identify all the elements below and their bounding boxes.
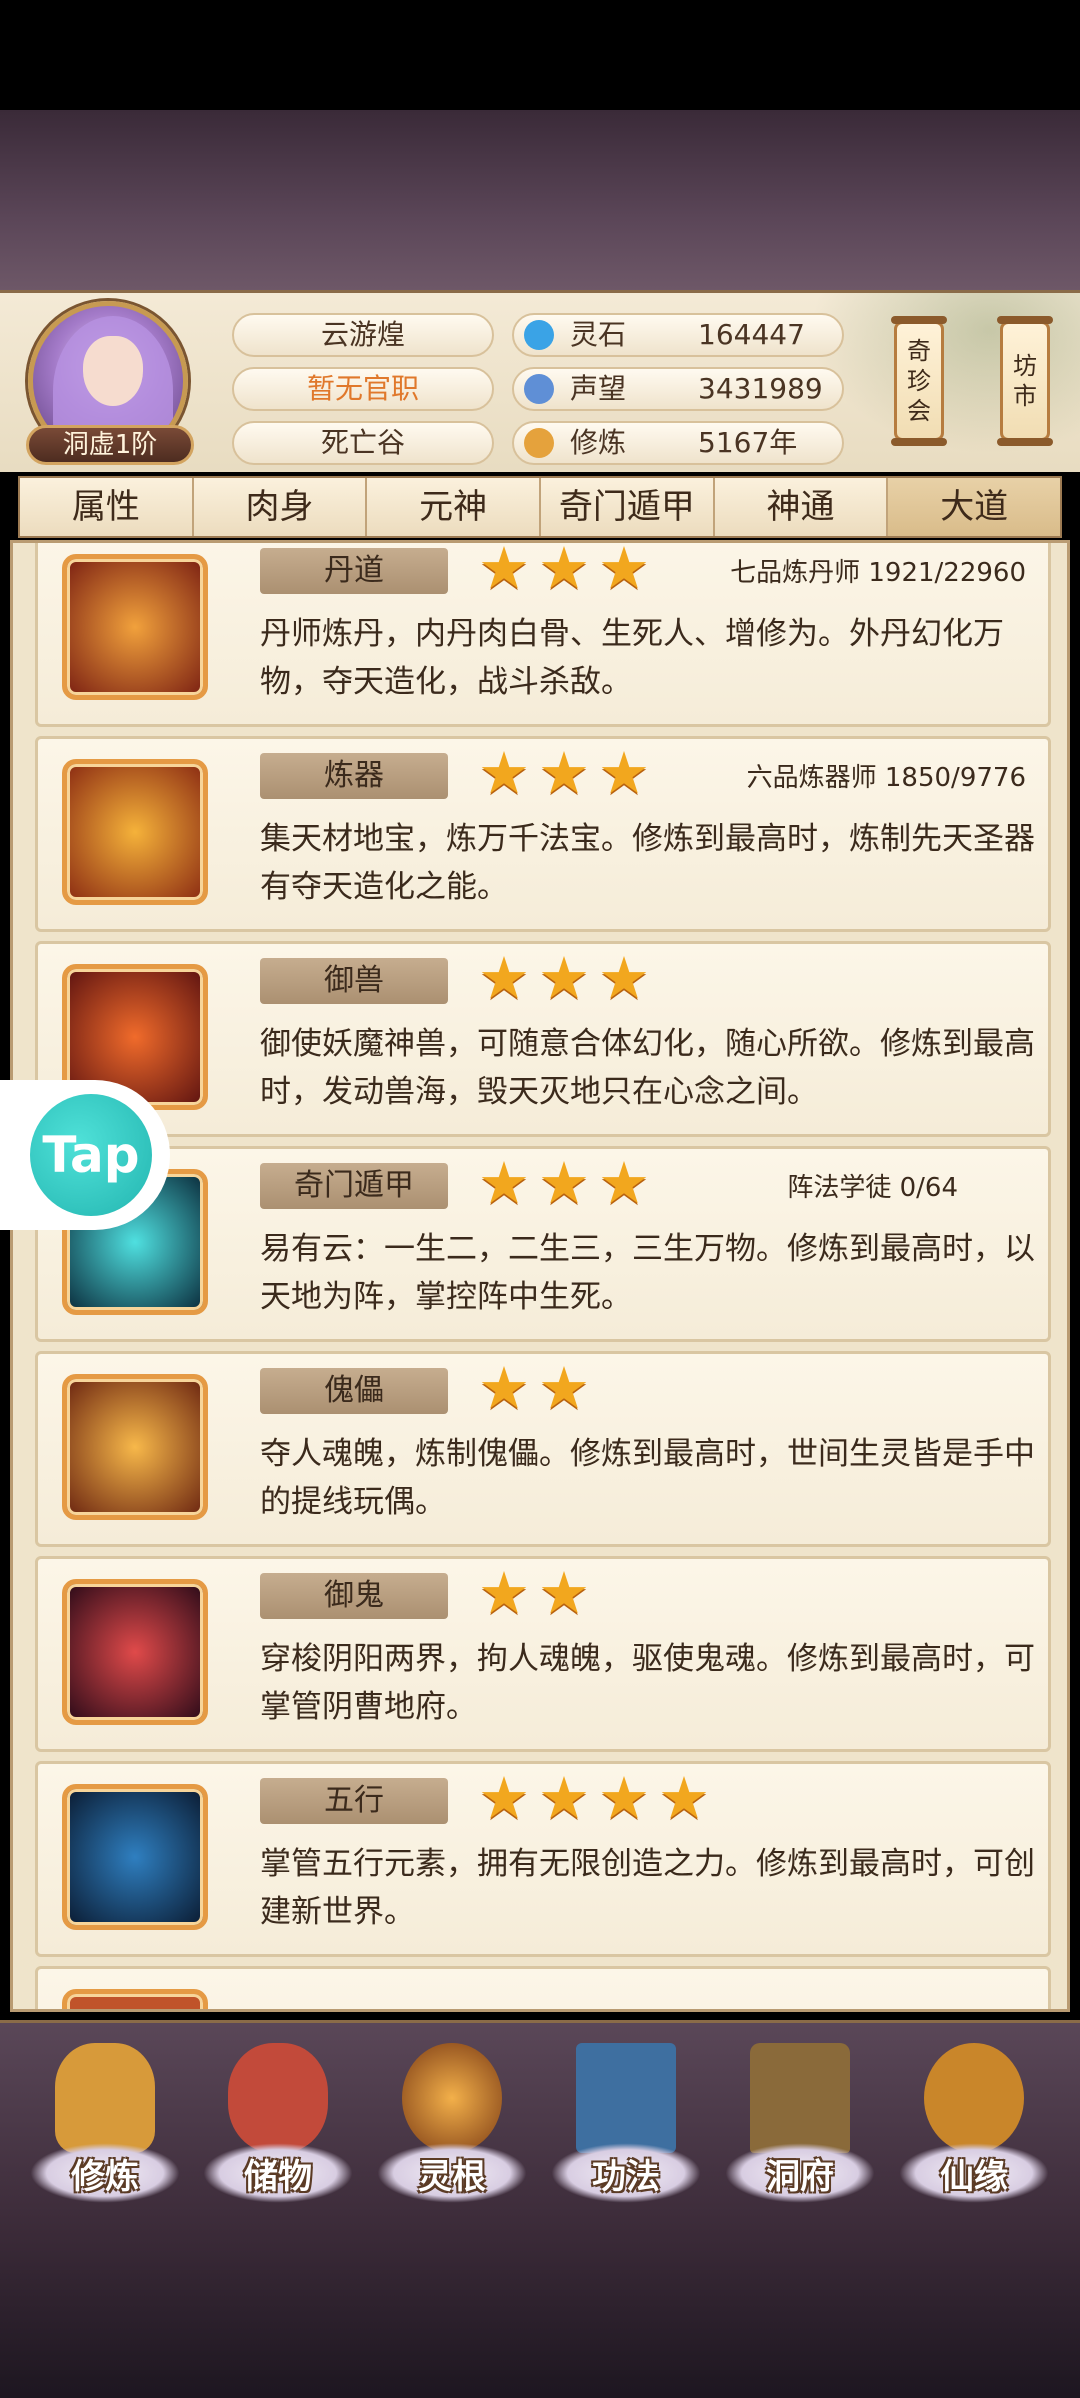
- dao-description: 掌管五行元素，拥有无限创造之力。修炼到最高时，可创建新世界。: [260, 1846, 1035, 1930]
- dao-description: 集天材地宝，炼万千法宝。修炼到最高时，炼制先天圣器有夺天造化之能。: [260, 821, 1035, 905]
- dao-title: 傀儡: [260, 1368, 448, 1414]
- spirit-root-icon: [402, 2043, 502, 2153]
- spirit-stone-icon: [524, 320, 554, 350]
- nav-spirit-root[interactable]: 灵根: [377, 2043, 527, 2213]
- star-icon: ★: [538, 1559, 590, 1627]
- nav-cultivate[interactable]: 修炼: [30, 2043, 180, 2213]
- technique-book-icon: [576, 2043, 676, 2153]
- dao-title: 御兽: [260, 958, 448, 1004]
- dao-rank: 七品炼丹师 1921/22960: [730, 558, 1026, 588]
- cultivate-icon: [55, 2043, 155, 2153]
- dao-description: 穿梭阴阳两界，拘人魂魄，驱使鬼魂。修炼到最高时，可掌管阴曹地府。: [260, 1641, 1035, 1725]
- alchemy-furnace-icon: [62, 554, 208, 700]
- taptap-floating-button[interactable]: Tap: [0, 1080, 170, 1230]
- tab-body[interactable]: 肉身: [193, 478, 368, 536]
- star-icon: ★: [478, 739, 530, 807]
- tab-attributes[interactable]: 属性: [20, 478, 194, 536]
- nav-immortal-fate[interactable]: 仙缘: [899, 2043, 1049, 2213]
- cave-abode-icon: [750, 2043, 850, 2153]
- nav-technique[interactable]: 功法: [551, 2043, 701, 2213]
- player-header: 洞虚1阶 云游煌 暂无官职 死亡谷 灵石 164447 声望 3431989 修…: [0, 290, 1080, 475]
- star-icon: ★: [478, 944, 530, 1012]
- star-icon: ★: [538, 944, 590, 1012]
- star-rating: ★ ★ ★ ★: [478, 1764, 718, 1832]
- nav-cave-abode[interactable]: 洞府: [725, 2043, 875, 2213]
- star-icon: ★: [478, 1354, 530, 1422]
- dao-card-puppetry[interactable]: 傀儡 ★ ★ 夺人魂魄，炼制傀儡。修炼到最高时，世间生灵皆是手中的提线玩偶。: [35, 1351, 1051, 1547]
- dao-description: 夺人魂魄，炼制傀儡。修炼到最高时，世间生灵皆是手中的提线玩偶。: [260, 1436, 1035, 1520]
- star-icon: ★: [478, 1559, 530, 1627]
- dao-card-qimen[interactable]: 奇门遁甲 ★ ★ ★ 阵法学徒 0/64 易有云：一生二，二生三，三生万物。修炼…: [35, 1146, 1051, 1342]
- scene-background-bottom: [0, 2220, 1080, 2398]
- location: 死亡谷: [232, 421, 494, 465]
- star-icon: ★: [538, 540, 590, 602]
- dao-card-ghost-control[interactable]: 御鬼 ★ ★ 穿梭阴阳两界，拘人魂魄，驱使鬼魂。修炼到最高时，可掌管阴曹地府。: [35, 1556, 1051, 1752]
- dao-title: 奇门遁甲: [260, 1163, 448, 1209]
- star-icon: ★: [598, 540, 650, 602]
- star-icon: ★: [598, 739, 650, 807]
- nav-storage[interactable]: 储物: [203, 2043, 353, 2213]
- market-button[interactable]: 坊市: [997, 316, 1053, 446]
- status-bar: [0, 0, 1080, 110]
- star-rating: ★ ★ ★: [478, 944, 658, 1012]
- scene-background-top: [0, 110, 1080, 292]
- star-icon: ★: [538, 1354, 590, 1422]
- star-icon: ★: [478, 540, 530, 602]
- dao-card-forging[interactable]: 炼器 ★ ★ ★ 六品炼器师 1850/9776 集天材地宝，炼万千法宝。修炼到…: [35, 736, 1051, 932]
- ghost-demon-icon: [62, 1579, 208, 1725]
- realm-badge: 洞虚1阶: [26, 425, 194, 465]
- resource-prestige: 声望 3431989: [512, 367, 844, 411]
- star-icon: ★: [478, 1764, 530, 1832]
- prestige-crystal-icon: [524, 374, 554, 404]
- immortal-fate-icon: [924, 2043, 1024, 2153]
- tab-great-dao[interactable]: 大道: [888, 478, 1061, 536]
- star-icon: ★: [538, 1149, 590, 1217]
- star-icon: ★: [598, 1764, 650, 1832]
- star-icon: ★: [658, 1764, 710, 1832]
- dao-card-partial[interactable]: [35, 1966, 1051, 2009]
- star-rating: ★ ★ ★: [478, 739, 658, 807]
- official-title: 暂无官职: [232, 367, 494, 411]
- forging-hammer-icon: [62, 759, 208, 905]
- star-rating: ★ ★: [478, 1559, 598, 1627]
- dao-card-beast-taming[interactable]: 御兽 ★ ★ ★ 御使妖魔神兽，可随意合体幻化，随心所欲。修炼到最高时，发动兽海…: [35, 941, 1051, 1137]
- star-rating: ★ ★: [478, 1354, 598, 1422]
- tab-bar: 属性 肉身 元神 奇门遁甲 神通 大道: [18, 476, 1062, 538]
- dao-title: 御鬼: [260, 1573, 448, 1619]
- taptap-icon: Tap: [30, 1094, 152, 1216]
- dao-card-five-elements[interactable]: 五行 ★ ★ ★ ★ 掌管五行元素，拥有无限创造之力。修炼到最高时，可创建新世界…: [35, 1761, 1051, 1957]
- dao-list[interactable]: 丹道 ★ ★ ★ 七品炼丹师 1921/22960 丹师炼丹，内丹肉白骨、生死人…: [10, 540, 1070, 2012]
- star-rating: ★ ★ ★: [478, 540, 658, 602]
- puppet-bagua-icon: [62, 1374, 208, 1520]
- dao-card-alchemy[interactable]: 丹道 ★ ★ ★ 七品炼丹师 1921/22960 丹师炼丹，内丹肉白骨、生死人…: [35, 540, 1051, 727]
- bottom-navigation: 修炼 储物 灵根 功法 洞府 仙缘: [0, 2020, 1080, 2220]
- storage-bag-icon: [228, 2043, 328, 2153]
- tab-powers[interactable]: 神通: [714, 478, 889, 536]
- partial-dao-icon: [62, 1989, 208, 2009]
- dao-title: 五行: [260, 1778, 448, 1824]
- star-icon: ★: [478, 1149, 530, 1217]
- avatar-face: [83, 336, 143, 406]
- dao-rank: 阵法学徒 0/64: [787, 1173, 958, 1203]
- star-icon: ★: [538, 739, 590, 807]
- five-elements-pentagram-icon: [62, 1784, 208, 1930]
- dao-rank: 六品炼器师 1850/9776: [746, 763, 1026, 793]
- treasure-auction-button[interactable]: 奇珍会: [891, 316, 947, 446]
- player-name: 云游煌: [232, 313, 494, 357]
- star-rating: ★ ★ ★: [478, 1149, 658, 1217]
- star-icon: ★: [598, 944, 650, 1012]
- dao-description: 御使妖魔神兽，可随意合体幻化，随心所欲。修炼到最高时，发动兽海，毁天灭地只在心念…: [260, 1026, 1035, 1110]
- dao-title: 丹道: [260, 548, 448, 594]
- resource-cultivation: 修炼 5167年: [512, 421, 844, 465]
- tab-spirit[interactable]: 元神: [367, 478, 542, 536]
- dao-description: 易有云：一生二，二生三，三生万物。修炼到最高时，以天地为阵，掌控阵中生死。: [260, 1231, 1035, 1315]
- resource-spirit-stone: 灵石 164447: [512, 313, 844, 357]
- star-icon: ★: [598, 1149, 650, 1217]
- star-icon: ★: [538, 1764, 590, 1832]
- dao-title: 炼器: [260, 753, 448, 799]
- meditation-icon: [524, 428, 554, 458]
- tab-qimen[interactable]: 奇门遁甲: [541, 478, 715, 536]
- dao-description: 丹师炼丹，内丹肉白骨、生死人、增修为。外丹幻化万物，夺天造化，战斗杀敌。: [260, 616, 1004, 700]
